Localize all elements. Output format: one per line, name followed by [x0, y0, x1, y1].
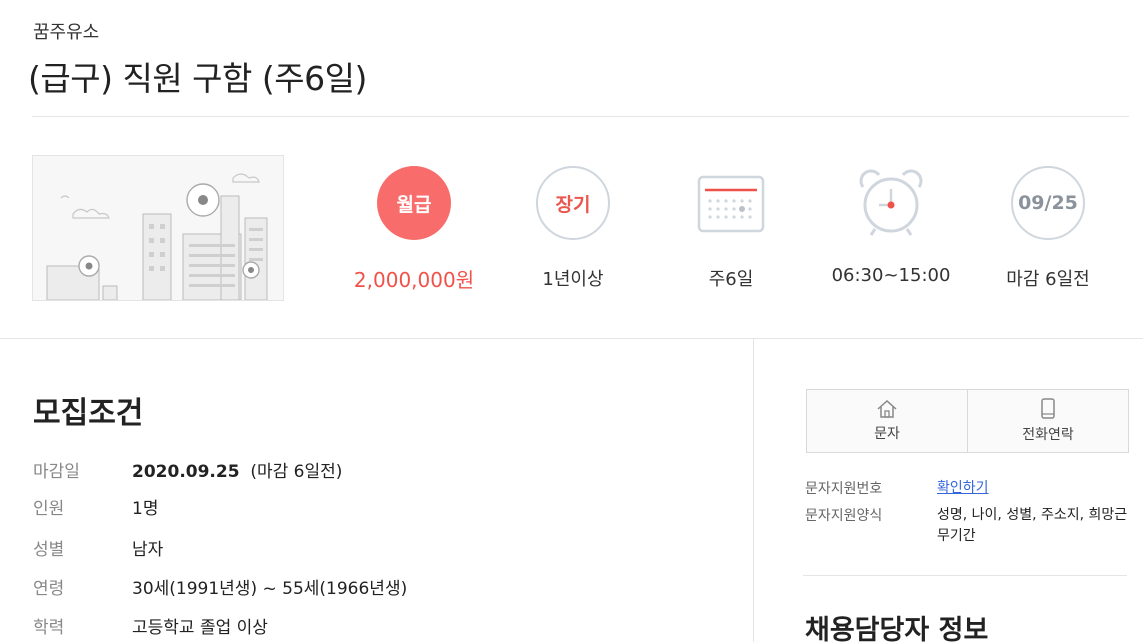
section-divider — [0, 338, 1143, 339]
calendar-icon — [693, 165, 769, 241]
sms-format-row: 문자지원양식 성명, 나이, 성별, 주소지, 희망근무기간 — [805, 505, 1137, 547]
hours-label: 06:30~15:00 — [831, 265, 951, 286]
deadline-date: 2020.09.25 — [132, 462, 240, 482]
call-button-label: 전화연락 — [1022, 427, 1074, 443]
deadline-badge: 09/25 — [1011, 166, 1085, 240]
company-thumbnail — [32, 155, 284, 301]
sms-button-label: 문자 — [874, 426, 900, 442]
company-name: 꿈주유소 — [33, 22, 100, 43]
sms-button[interactable]: 문자 — [807, 390, 967, 452]
condition-row-gender: 성별 남자 — [33, 535, 733, 560]
summary-hours: 06:30~15:00 — [826, 165, 956, 286]
header-divider — [32, 116, 1129, 117]
contact-box: 문자 전화연락 — [806, 389, 1129, 453]
condition-value: 30세(1991년생) ~ 55세(1966년생) — [132, 579, 408, 599]
sms-number-link[interactable]: 확인하기 — [937, 480, 989, 496]
condition-key: 학력 — [33, 618, 65, 638]
condition-value: 고등학교 졸업 이상 — [132, 618, 268, 638]
column-divider — [753, 339, 754, 642]
summary-pay: 월급 2,000,000원 — [349, 165, 479, 293]
pay-badge: 월급 — [377, 166, 451, 240]
period-label: 1년이상 — [542, 269, 604, 290]
deadline-remaining: (마감 6일전) — [250, 462, 343, 482]
condition-row-headcount: 인원 1명 — [33, 494, 733, 519]
phone-icon — [1041, 398, 1055, 419]
sms-format-value: 성명, 나이, 성별, 주소지, 희망근무기간 — [937, 507, 1128, 544]
condition-row-deadline: 마감일 2020.09.25 (마감 6일전) — [33, 457, 733, 482]
summary-deadline: 09/25 마감 6일전 — [983, 165, 1113, 291]
condition-value: 1명 — [132, 499, 159, 519]
call-button[interactable]: 전화연락 — [967, 390, 1128, 452]
alarm-clock-icon — [853, 165, 929, 241]
deadline-label: 마감 6일전 — [1006, 269, 1090, 290]
condition-key: 성별 — [33, 540, 65, 560]
condition-value: 남자 — [132, 540, 164, 560]
pay-amount: 2,000,000원 — [353, 268, 475, 292]
summary-workdays: 주6일 — [666, 165, 796, 291]
condition-key: 마감일 — [33, 462, 80, 482]
manager-info-title: 채용담당자 정보 — [805, 615, 989, 642]
summary-period: 장기 1년이상 — [508, 165, 638, 291]
sms-number-key: 문자지원번호 — [805, 481, 883, 497]
condition-row-education: 학력 고등학교 졸업 이상 — [33, 613, 733, 638]
job-title: (급구) 직원 구함 (주6일) — [28, 59, 367, 98]
condition-row-age: 연령 30세(1991년생) ~ 55세(1966년생) — [33, 574, 733, 599]
home-icon — [877, 399, 897, 418]
sms-number-row: 문자지원번호 확인하기 — [805, 478, 1137, 499]
condition-key: 인원 — [33, 499, 65, 519]
conditions-title: 모집조건 — [33, 396, 144, 431]
sidebar-divider — [803, 575, 1127, 576]
condition-key: 연령 — [33, 579, 65, 599]
period-badge: 장기 — [536, 166, 610, 240]
sms-format-key: 문자지원양식 — [805, 508, 883, 524]
workdays-label: 주6일 — [708, 269, 754, 290]
